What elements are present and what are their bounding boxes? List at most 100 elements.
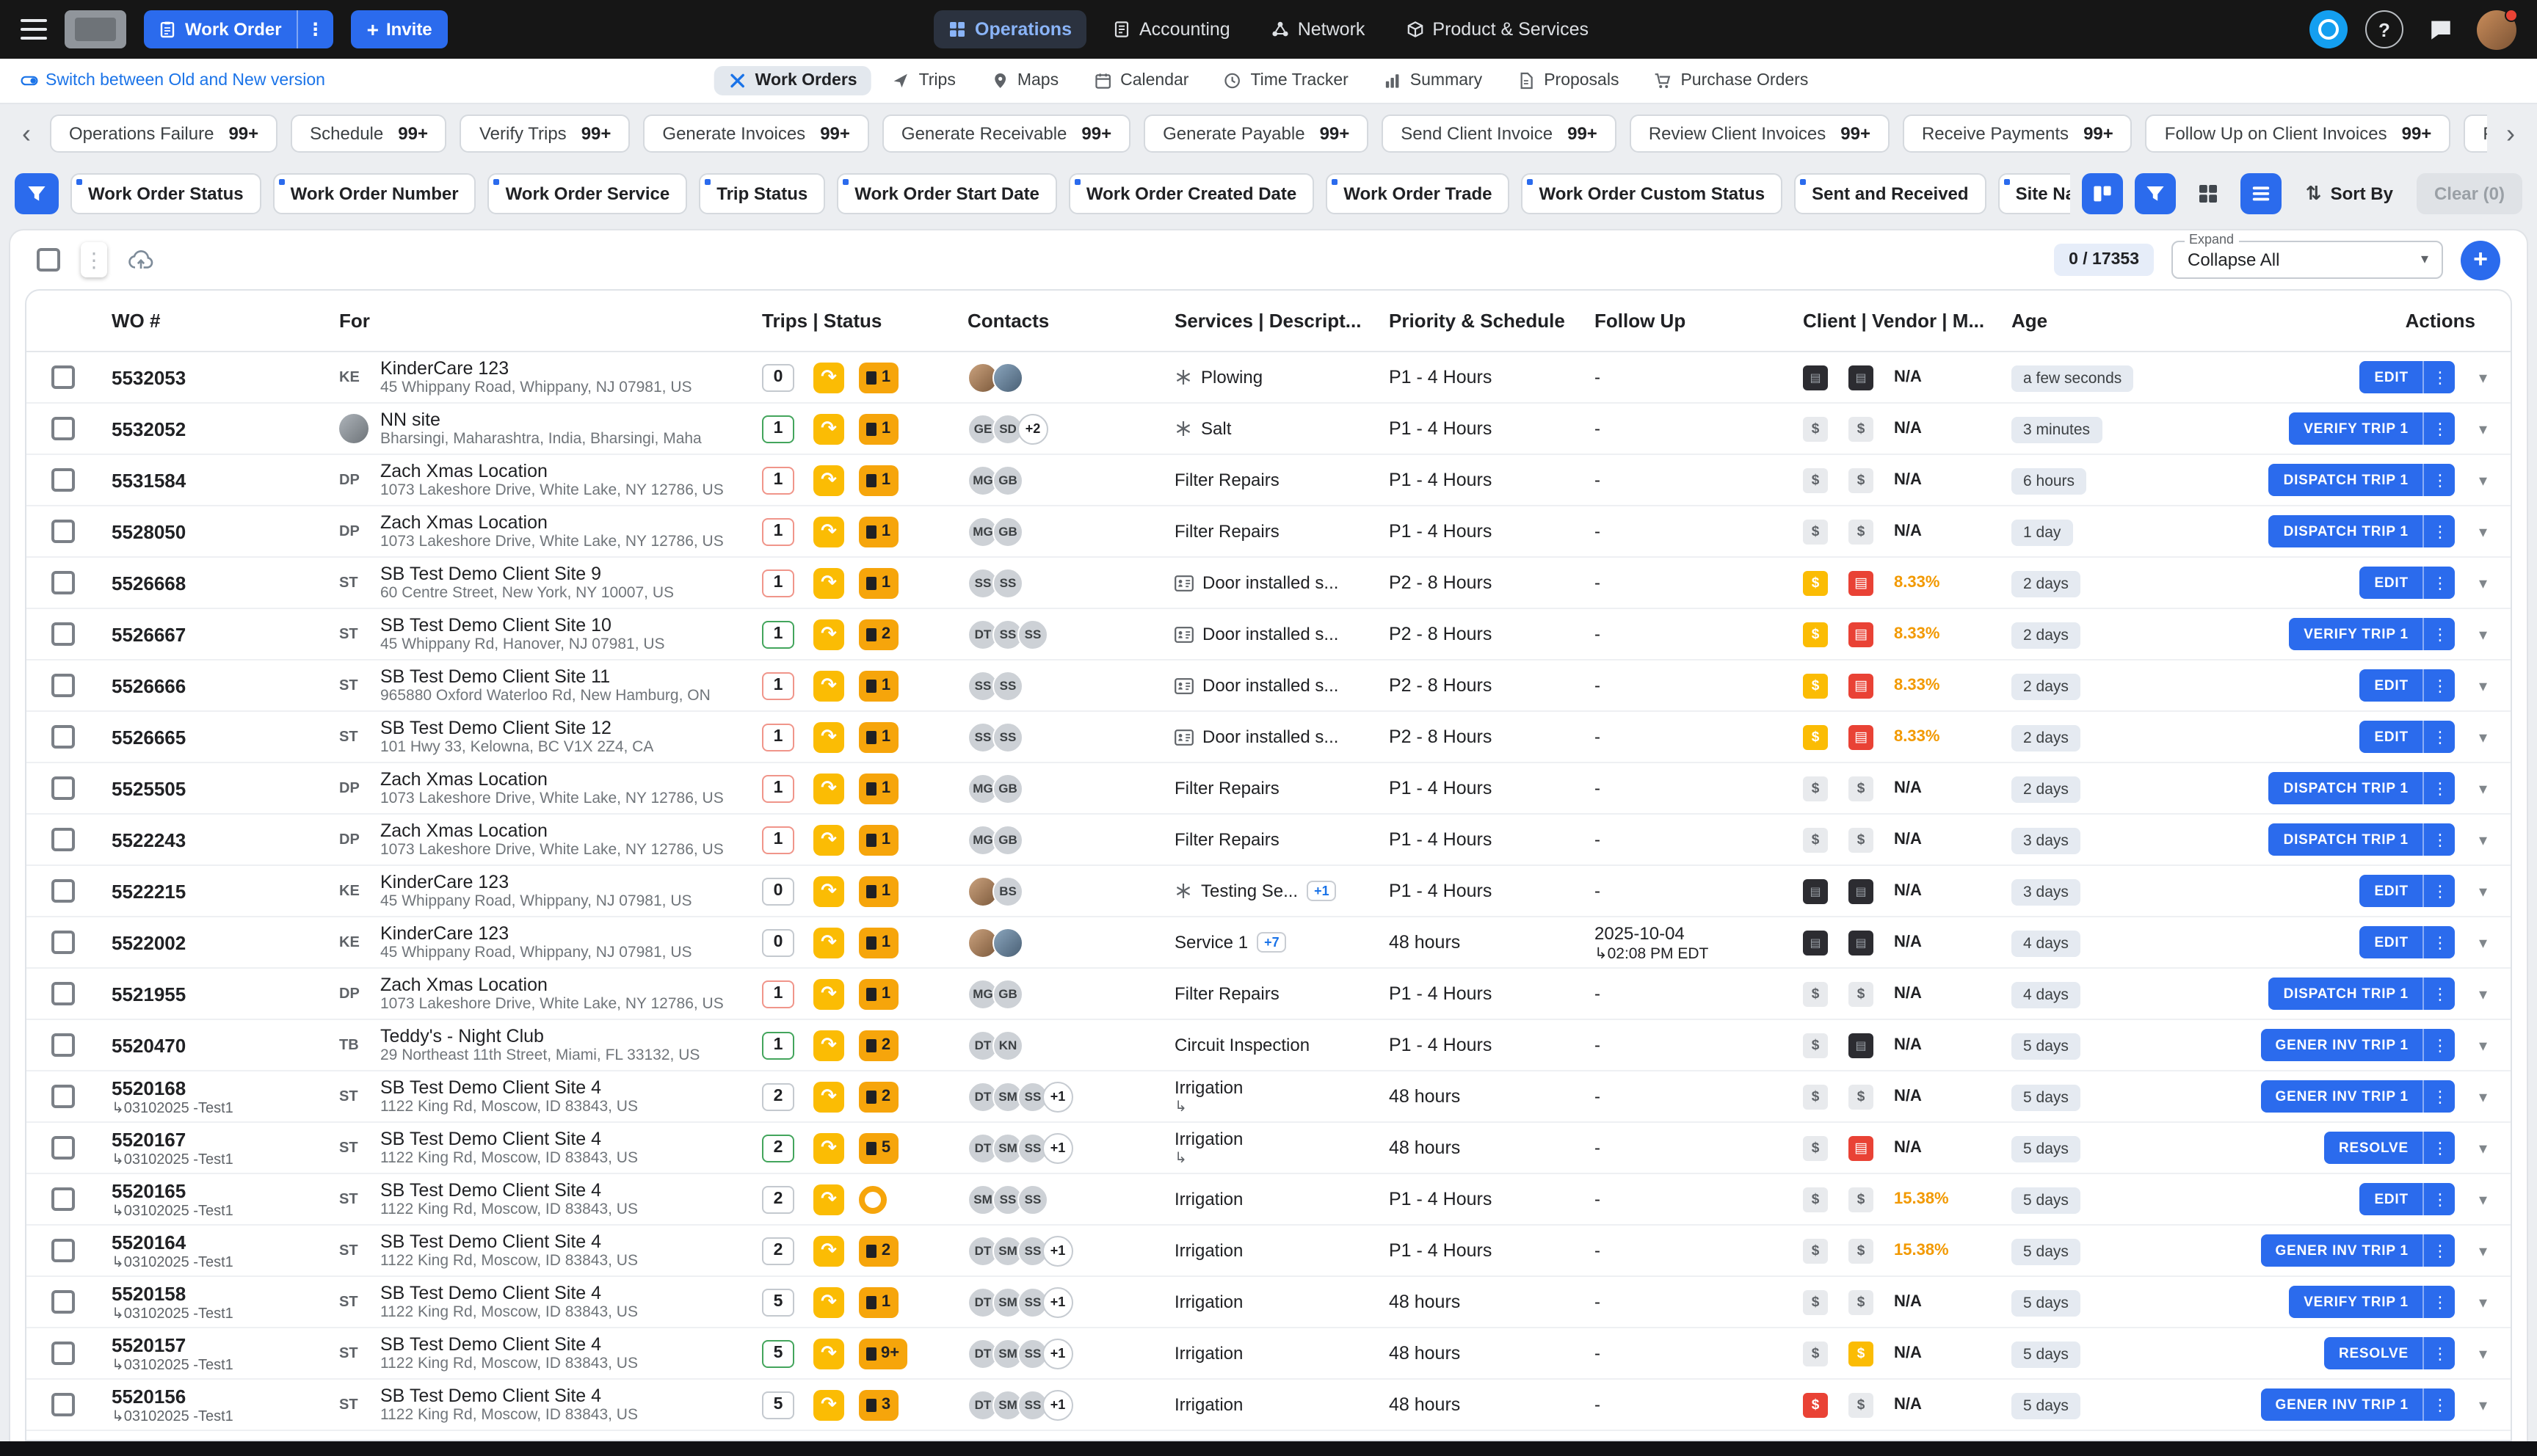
contacts-overflow-badge[interactable]: +1 xyxy=(1042,1132,1073,1163)
trips-count-badge[interactable]: 1 xyxy=(762,466,794,494)
contact-avatar[interactable]: BS xyxy=(992,876,1023,906)
export-upload-icon[interactable] xyxy=(128,250,154,270)
col-follow-up[interactable]: Follow Up xyxy=(1583,310,1791,332)
wo-number[interactable]: 5526668 xyxy=(112,572,327,594)
pipeline-send-client-invoice[interactable]: Send Client Invoice99+ xyxy=(1382,114,1616,153)
doc-yellow-invoice-icon[interactable]: $ xyxy=(1803,673,1828,698)
trips-count-badge[interactable]: 1 xyxy=(762,620,794,648)
status-arrow-icon[interactable]: ↷ xyxy=(813,1286,844,1317)
wo-number[interactable]: 5532053 xyxy=(112,366,327,388)
wo-number[interactable]: 5522215 xyxy=(112,880,327,902)
row-expand-caret[interactable]: ▾ xyxy=(2479,1241,2487,1260)
row-expand-caret[interactable]: ▾ xyxy=(2479,625,2487,644)
doc-yellow-invoice-icon[interactable]: $ xyxy=(1803,724,1828,749)
dollar-invoice-icon[interactable]: $ xyxy=(1848,1392,1873,1417)
dollar-invoice-icon[interactable]: $ xyxy=(1803,416,1828,441)
status-arrow-icon[interactable]: ↷ xyxy=(813,927,844,958)
grid-view-button[interactable] xyxy=(2188,172,2229,214)
row-checkbox[interactable] xyxy=(51,1033,75,1057)
dollar-invoice-icon[interactable]: $ xyxy=(1848,1238,1873,1263)
trips-count-badge[interactable]: 0 xyxy=(762,363,794,391)
primary-action-button[interactable]: EDIT⋮ xyxy=(2359,875,2456,907)
row-checkbox[interactable] xyxy=(51,1342,75,1365)
doc-yellow-invoice-icon[interactable]: $ xyxy=(1803,570,1828,595)
dollar-invoice-icon[interactable]: $ xyxy=(1803,1135,1828,1160)
contact-avatar[interactable]: SS xyxy=(992,567,1023,598)
pipeline-operations-failure[interactable]: Operations Failure99+ xyxy=(50,114,277,153)
trips-count-badge[interactable]: 2 xyxy=(762,1082,794,1110)
action-menu-button[interactable]: ⋮ xyxy=(2423,772,2456,804)
status-arrow-icon[interactable]: ↷ xyxy=(813,824,844,855)
dollar-invoice-icon[interactable]: $ xyxy=(1803,519,1828,544)
row-expand-caret[interactable]: ▾ xyxy=(2479,881,2487,900)
action-menu-button[interactable]: ⋮ xyxy=(2423,1029,2456,1061)
dark-invoice-icon[interactable]: ▤ xyxy=(1803,878,1828,903)
primary-action-button[interactable]: DISPATCH TRIP 1⋮ xyxy=(2269,515,2456,547)
wo-number[interactable]: 5528050 xyxy=(112,520,327,542)
pipeline-review-client-invoices[interactable]: Review Client Invoices99+ xyxy=(1630,114,1890,153)
primary-action-button[interactable]: EDIT⋮ xyxy=(2359,721,2456,753)
nav-operations[interactable]: Operations xyxy=(934,10,1086,48)
action-menu-button[interactable]: ⋮ xyxy=(2423,1286,2456,1318)
client-name[interactable]: SB Test Demo Client Site 4 xyxy=(380,1283,638,1303)
wo-number[interactable]: 5532052 xyxy=(112,418,327,440)
client-name[interactable]: Zach Xmas Location xyxy=(380,769,724,790)
row-checkbox[interactable] xyxy=(51,520,75,543)
trips-count-badge[interactable]: 1 xyxy=(762,826,794,853)
select-all-checkbox[interactable] xyxy=(37,248,60,272)
col-contacts[interactable]: Contacts xyxy=(956,310,1163,332)
trips-count-badge[interactable]: 5 xyxy=(762,1288,794,1316)
filter-sent-and-received[interactable]: Sent and Received xyxy=(1794,172,1986,214)
status-count-badge[interactable]: 1 xyxy=(859,413,899,444)
row-checkbox[interactable] xyxy=(51,1290,75,1314)
primary-action-button[interactable]: GENER INV TRIP 1⋮ xyxy=(2261,1388,2456,1421)
status-arrow-icon[interactable]: ↷ xyxy=(813,1389,844,1420)
wo-number[interactable]: 5520470 xyxy=(112,1034,327,1056)
client-name[interactable]: KinderCare 123 xyxy=(380,923,692,944)
client-name[interactable]: SB Test Demo Client Site 4 xyxy=(380,1129,638,1149)
row-checkbox[interactable] xyxy=(51,725,75,749)
status-arrow-icon[interactable]: ↷ xyxy=(813,619,844,649)
dollar-invoice-icon[interactable]: $ xyxy=(1803,1084,1828,1109)
filter-work-order-trade[interactable]: Work Order Trade xyxy=(1326,172,1509,214)
row-checkbox[interactable] xyxy=(51,622,75,646)
contacts-overflow-badge[interactable]: +2 xyxy=(1017,413,1048,444)
action-menu-button[interactable]: ⋮ xyxy=(2423,361,2456,393)
dark-invoice-icon[interactable]: ▤ xyxy=(1848,1033,1873,1058)
status-count-badge[interactable]: 1 xyxy=(859,876,899,906)
row-checkbox[interactable] xyxy=(51,879,75,903)
status-arrow-icon[interactable]: ↷ xyxy=(813,516,844,547)
tab-maps[interactable]: Maps xyxy=(976,66,1073,95)
client-name[interactable]: Zach Xmas Location xyxy=(380,461,724,481)
dollar-invoice-icon[interactable]: $ xyxy=(1848,519,1873,544)
status-count-badge[interactable]: 9+ xyxy=(859,1338,907,1369)
primary-action-button[interactable]: EDIT⋮ xyxy=(2359,361,2456,393)
contact-avatar[interactable]: GB xyxy=(992,516,1023,547)
dollar-invoice-icon[interactable]: $ xyxy=(1848,1084,1873,1109)
status-count-badge[interactable]: 1 xyxy=(859,670,899,701)
row-checkbox[interactable] xyxy=(51,1085,75,1108)
row-checkbox[interactable] xyxy=(51,776,75,800)
dark-invoice-icon[interactable]: ▤ xyxy=(1848,930,1873,955)
status-count-badge[interactable]: 1 xyxy=(859,978,899,1009)
action-menu-button[interactable]: ⋮ xyxy=(2423,978,2456,1010)
action-menu-button[interactable]: ⋮ xyxy=(2423,618,2456,650)
wo-number[interactable]: 5520167 xyxy=(112,1128,327,1150)
dollar-invoice-icon[interactable]: $ xyxy=(1848,981,1873,1006)
status-arrow-icon[interactable]: ↷ xyxy=(813,362,844,393)
action-menu-button[interactable]: ⋮ xyxy=(2423,412,2456,445)
status-count-badge[interactable]: 1 xyxy=(859,1286,899,1317)
dollar-invoice-icon[interactable]: $ xyxy=(1803,1289,1828,1314)
row-expand-caret[interactable]: ▾ xyxy=(2479,470,2487,489)
pipeline-generate-payable[interactable]: Generate Payable99+ xyxy=(1144,114,1368,153)
action-menu-button[interactable]: ⋮ xyxy=(2423,1132,2456,1164)
dollar-invoice-icon[interactable]: $ xyxy=(1803,827,1828,852)
row-expand-caret[interactable]: ▾ xyxy=(2479,1395,2487,1414)
action-menu-button[interactable]: ⋮ xyxy=(2423,1080,2456,1113)
dollar-invoice-icon[interactable]: $ xyxy=(1848,776,1873,801)
filter-work-order-number[interactable]: Work Order Number xyxy=(273,172,476,214)
client-name[interactable]: SB Test Demo Client Site 4 xyxy=(380,1077,638,1098)
row-expand-caret[interactable]: ▾ xyxy=(2479,1344,2487,1363)
action-menu-button[interactable]: ⋮ xyxy=(2423,464,2456,496)
client-name[interactable]: SB Test Demo Client Site 4 xyxy=(380,1386,638,1406)
